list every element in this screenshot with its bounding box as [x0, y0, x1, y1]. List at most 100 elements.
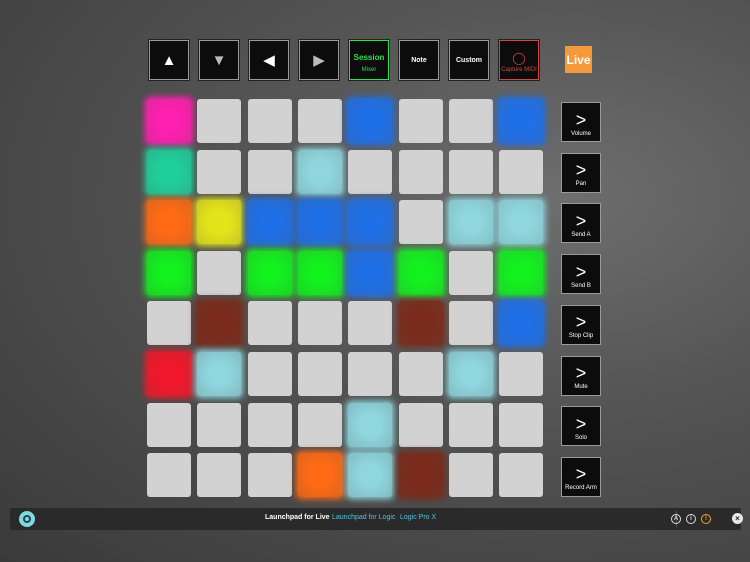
pad-r5-c7[interactable] [448, 301, 493, 346]
right-arrow-button[interactable]: ▶ [299, 40, 339, 80]
pad-r8-c4[interactable] [297, 453, 342, 498]
down-arrow-icon: ▼ [211, 51, 227, 69]
pad-r5-c4[interactable] [297, 301, 342, 346]
pad-r1-c8[interactable] [499, 99, 544, 143]
pad-r1-c6[interactable] [398, 99, 443, 143]
pad-r7-c6[interactable] [398, 402, 443, 447]
pad-r2-c5[interactable] [348, 149, 393, 194]
note-mode-button[interactable]: Note [399, 40, 439, 80]
scene-button-pan[interactable]: > Pan [561, 152, 601, 193]
pad-r3-c3[interactable] [247, 200, 292, 245]
pad-r2-c7[interactable] [448, 149, 493, 194]
pad-r6-c3[interactable] [247, 352, 292, 396]
pad-r1-c1[interactable] [147, 99, 191, 143]
scene-button-stop-clip[interactable]: > Stop Clip [561, 304, 601, 345]
scene-button-volume[interactable]: > Volume [561, 102, 601, 142]
pad-r7-c2[interactable] [197, 402, 242, 447]
pad-r5-c1[interactable] [147, 301, 191, 346]
pad-r5-c6[interactable] [398, 301, 443, 346]
live-logo[interactable]: Live [565, 46, 592, 73]
note-label: Note [411, 56, 427, 64]
pad-r2-c1[interactable] [147, 149, 191, 194]
scene-button-label: Send B [571, 282, 591, 289]
pad-r1-c7[interactable] [448, 99, 493, 143]
pad-r2-c2[interactable] [197, 149, 242, 194]
pad-r4-c7[interactable] [448, 250, 493, 295]
pad-r8-c1[interactable] [147, 453, 191, 498]
pad-r3-c2[interactable] [197, 200, 242, 245]
pad-r6-c4[interactable] [297, 352, 342, 396]
pad-r1-c3[interactable] [247, 99, 292, 143]
pad-r7-c4[interactable] [297, 402, 342, 447]
pad-r1-c4[interactable] [297, 99, 342, 143]
chevron-right-icon: > [575, 464, 587, 485]
pad-r8-c8[interactable] [499, 453, 544, 498]
pad-r6-c2[interactable] [197, 352, 242, 396]
pad-r5-c3[interactable] [247, 301, 292, 346]
pad-r6-c7[interactable] [448, 352, 493, 396]
down-arrow-button[interactable]: ▼ [199, 40, 239, 80]
pad-r3-c7[interactable] [448, 200, 493, 245]
pad-r8-c6[interactable] [398, 453, 443, 498]
pad-r6-c1[interactable] [147, 352, 191, 396]
pad-r4-c8[interactable] [499, 250, 544, 295]
up-arrow-icon: ▲ [161, 51, 177, 69]
current-app-title: Launchpad for Live [265, 514, 330, 521]
pad-r6-c8[interactable] [499, 352, 544, 396]
pad-r4-c3[interactable] [247, 250, 292, 295]
pad-r2-c4[interactable] [297, 149, 342, 194]
pad-r7-c1[interactable] [147, 402, 191, 447]
capture-midi-label: Capture MIDI [501, 66, 537, 73]
pad-r5-c8[interactable] [499, 301, 544, 346]
close-icon[interactable]: × [732, 513, 743, 524]
logic-pro-x-link[interactable]: Logic Pro X [400, 514, 436, 521]
app-logo-icon[interactable] [19, 511, 35, 527]
session-mode-button[interactable]: Session Mixer [349, 40, 389, 80]
left-arrow-icon: ◀ [263, 51, 275, 69]
scene-button-solo[interactable]: > Solo [561, 406, 601, 447]
info-icon[interactable]: i [686, 514, 696, 524]
warning-icon[interactable]: ! [701, 514, 711, 524]
scene-button-send-a[interactable]: > Send A [561, 203, 601, 244]
scene-button-label: Pan [575, 181, 587, 188]
pad-r8-c7[interactable] [448, 453, 493, 498]
scene-button-record-arm[interactable]: > Record Arm [561, 456, 601, 497]
pad-r3-c8[interactable] [499, 200, 544, 245]
capture-midi-button[interactable]: ◯ Capture MIDI [499, 40, 539, 80]
pad-r3-c5[interactable] [348, 200, 393, 245]
pad-r3-c4[interactable] [297, 200, 342, 245]
pad-r4-c1[interactable] [147, 250, 191, 295]
pad-r1-c5[interactable] [348, 99, 393, 143]
bottom-bar: Launchpad for Live Launchpad for Logic L… [10, 508, 743, 530]
pad-r6-c5[interactable] [348, 352, 393, 396]
pad-r5-c5[interactable] [348, 301, 393, 346]
scene-button-send-b[interactable]: > Send B [561, 254, 601, 295]
pad-r8-c5[interactable] [348, 453, 393, 498]
pad-r6-c6[interactable] [398, 352, 443, 396]
pad-r3-c6[interactable] [398, 200, 443, 245]
session-label: Session [353, 53, 385, 62]
pad-r1-c2[interactable] [197, 99, 242, 143]
ableton-icon[interactable]: A [671, 514, 681, 524]
pad-r7-c8[interactable] [499, 402, 544, 447]
pad-r3-c1[interactable] [147, 200, 191, 245]
pad-r2-c3[interactable] [247, 149, 292, 194]
pad-r4-c2[interactable] [197, 250, 242, 295]
pad-r2-c6[interactable] [398, 149, 443, 194]
pad-r7-c3[interactable] [247, 402, 292, 447]
pad-r8-c2[interactable] [197, 453, 242, 498]
pad-r7-c5[interactable] [348, 402, 393, 447]
pad-r7-c7[interactable] [448, 402, 493, 447]
launchpad-for-logic-link[interactable]: Launchpad for Logic [332, 514, 395, 521]
pad-r4-c6[interactable] [398, 250, 443, 295]
pad-r5-c2[interactable] [197, 301, 242, 346]
up-arrow-button[interactable]: ▲ [149, 40, 189, 80]
record-circle-icon: ◯ [512, 50, 526, 65]
pad-r2-c8[interactable] [499, 149, 544, 194]
pad-r4-c5[interactable] [348, 250, 393, 295]
pad-r8-c3[interactable] [247, 453, 292, 498]
left-arrow-button[interactable]: ◀ [249, 40, 289, 80]
custom-mode-button[interactable]: Custom [449, 40, 489, 80]
scene-button-mute[interactable]: > Mute [561, 355, 601, 396]
pad-r4-c4[interactable] [297, 250, 342, 295]
